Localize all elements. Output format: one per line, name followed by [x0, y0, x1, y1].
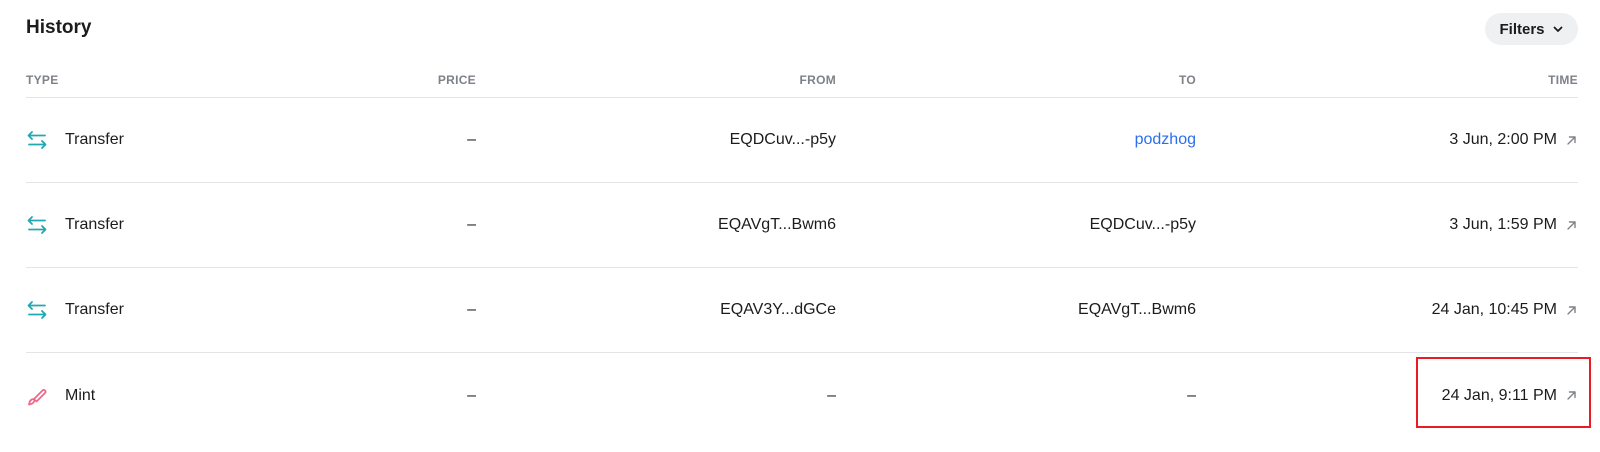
- price-cell: –: [467, 131, 476, 148]
- mint-brush-icon: [26, 385, 48, 407]
- column-header-from: FROM: [799, 72, 836, 87]
- column-header-to: TO: [1178, 72, 1196, 87]
- type-label: Transfer: [65, 131, 124, 148]
- time-label: 24 Jan, 9:11 PM: [1441, 386, 1557, 404]
- history-title: History: [26, 17, 92, 38]
- from-cell: EQAVgT...Bwm6: [718, 216, 836, 233]
- table-row[interactable]: Transfer – EQAV3Y...dGCe EQAVgT...Bwm6 2…: [26, 268, 1578, 353]
- to-cell: EQDCuv...-p5y: [1089, 216, 1196, 233]
- transfer-icon: [26, 299, 48, 321]
- transfer-icon: [26, 129, 48, 151]
- to-cell: podzhog: [836, 131, 1196, 149]
- time-label: 24 Jan, 10:45 PM: [1431, 301, 1557, 318]
- to-cell: EQAVgT...Bwm6: [1078, 301, 1196, 318]
- price-cell: –: [467, 301, 476, 318]
- column-header-price: PRICE: [437, 72, 476, 87]
- table-row[interactable]: Transfer – EQDCuv...-p5y podzhog 3 Jun, …: [26, 98, 1578, 183]
- column-header-type: TYPE: [26, 72, 59, 87]
- type-label: Transfer: [65, 301, 124, 318]
- table-row[interactable]: Transfer – EQAVgT...Bwm6 EQDCuv...-p5y 3…: [26, 183, 1578, 268]
- time-cell[interactable]: 24 Jan, 9:11 PM: [1196, 387, 1578, 405]
- table-row[interactable]: Mint – – – 24 Jan, 9:11 PM: [26, 353, 1578, 438]
- time-cell[interactable]: 24 Jan, 10:45 PM: [1196, 301, 1578, 319]
- filters-label: Filters: [1499, 20, 1545, 38]
- time-label: 3 Jun, 1:59 PM: [1449, 216, 1557, 233]
- type-cell: Mint: [26, 385, 186, 407]
- table-header: TYPE PRICE FROM TO TIME: [26, 62, 1578, 98]
- price-cell: –: [467, 386, 476, 404]
- type-cell: Transfer: [26, 214, 186, 236]
- filters-button[interactable]: Filters: [1485, 13, 1578, 45]
- type-label: Transfer: [65, 216, 124, 233]
- external-link-icon[interactable]: [1565, 304, 1578, 317]
- time-label: 3 Jun, 2:00 PM: [1449, 131, 1557, 148]
- external-link-icon[interactable]: [1565, 389, 1578, 402]
- time-cell[interactable]: 3 Jun, 2:00 PM: [1196, 131, 1578, 149]
- from-cell: EQAV3Y...dGCe: [720, 301, 836, 318]
- type-cell: Transfer: [26, 129, 186, 151]
- history-panel: History Filters TYPE PRICE FROM TO TIME …: [0, 0, 1600, 452]
- type-cell: Transfer: [26, 299, 186, 321]
- to-link[interactable]: podzhog: [1135, 131, 1196, 148]
- from-cell: –: [827, 386, 836, 404]
- external-link-icon[interactable]: [1565, 134, 1578, 147]
- type-label: Mint: [65, 386, 96, 404]
- history-table: TYPE PRICE FROM TO TIME Transfer – EQDCu…: [26, 62, 1578, 438]
- external-link-icon[interactable]: [1565, 219, 1578, 232]
- column-header-time: TIME: [1548, 72, 1578, 87]
- to-cell: –: [1187, 386, 1196, 404]
- transfer-icon: [26, 214, 48, 236]
- chevron-down-icon: [1553, 26, 1562, 32]
- from-cell: EQDCuv...-p5y: [729, 131, 836, 148]
- time-cell[interactable]: 3 Jun, 1:59 PM: [1196, 216, 1578, 234]
- price-cell: –: [467, 216, 476, 233]
